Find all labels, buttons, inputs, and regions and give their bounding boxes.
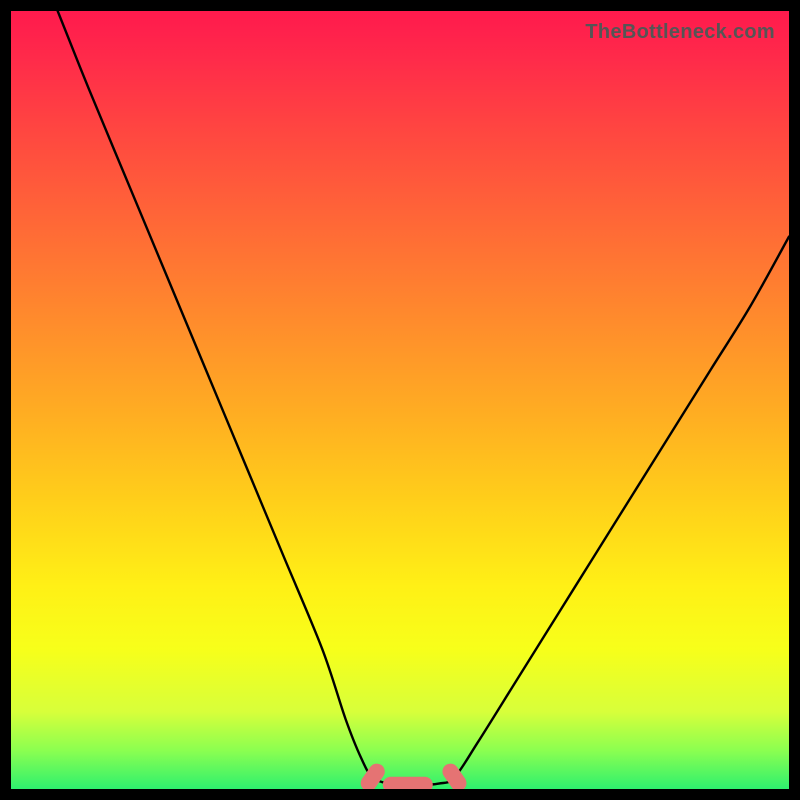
valley-marker xyxy=(383,777,433,789)
chart-frame: TheBottleneck.com xyxy=(0,0,800,800)
curve-layer xyxy=(11,11,789,789)
chart-plot-area: TheBottleneck.com xyxy=(11,11,789,789)
curve-path xyxy=(58,11,789,785)
bottleneck-curve xyxy=(58,11,789,785)
valley-markers xyxy=(358,760,470,789)
